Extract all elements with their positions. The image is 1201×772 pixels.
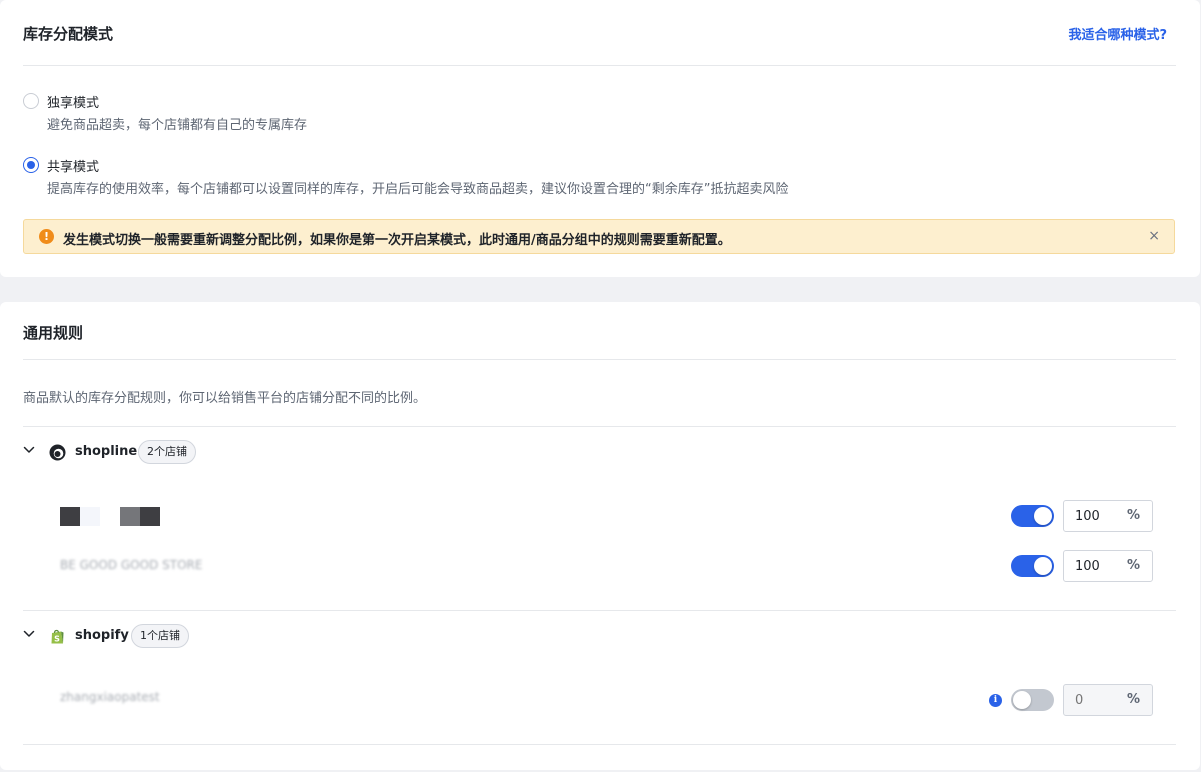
general-rules-card: 通用规则 商品默认的库存分配规则，你可以给销售平台的店铺分配不同的比例。 sho… bbox=[0, 302, 1200, 770]
percent-unit: % bbox=[1126, 692, 1140, 707]
general-rules-title: 通用规则 bbox=[23, 324, 84, 342]
platform-name: shopify bbox=[75, 628, 129, 643]
store-name: BE GOOD GOOD STORE bbox=[60, 558, 203, 572]
radio-exclusive-label: 独享模式 bbox=[47, 96, 100, 111]
allocation-percent-field[interactable]: % bbox=[1063, 550, 1153, 582]
allocation-mode-card: 库存分配模式 我适合哪种模式? 独享模式 避免商品超卖，每个店铺都有自己的专属库… bbox=[0, 0, 1200, 277]
radio-exclusive[interactable] bbox=[23, 93, 39, 109]
divider bbox=[23, 65, 1176, 66]
allocation-percent-input[interactable] bbox=[1064, 501, 1124, 531]
divider bbox=[23, 359, 1176, 360]
platform-name: shopline bbox=[75, 444, 138, 459]
allocation-mode-title: 库存分配模式 bbox=[23, 25, 114, 43]
store-enable-toggle[interactable] bbox=[1011, 689, 1054, 711]
chevron-down-icon[interactable] bbox=[23, 444, 35, 456]
divider bbox=[23, 610, 1176, 611]
store-enable-toggle[interactable] bbox=[1011, 505, 1054, 527]
percent-unit: % bbox=[1126, 558, 1140, 573]
percent-unit: % bbox=[1126, 508, 1140, 523]
allocation-percent-input[interactable] bbox=[1064, 551, 1124, 581]
radio-shared-description: 提高库存的使用效率，每个店铺都可以设置同样的库存，开启后可能会导致商品超卖，建议… bbox=[47, 182, 789, 197]
allocation-percent-input[interactable] bbox=[1064, 685, 1124, 715]
platform-group-shopline: shopline 2个店铺 bbox=[23, 440, 423, 464]
store-name: zhangxiaopatest bbox=[60, 690, 160, 704]
divider bbox=[23, 426, 1176, 427]
store-count-badge: 1个店铺 bbox=[131, 624, 189, 648]
which-mode-help-link[interactable]: 我适合哪种模式? bbox=[1068, 24, 1167, 43]
platform-group-shopify: S shopify 1个店铺 bbox=[23, 624, 423, 648]
svg-text:S: S bbox=[54, 635, 60, 644]
alert-text: 发生模式切换一般需要重新调整分配比例，如果你是第一次开启某模式，此时通用/商品分… bbox=[63, 233, 731, 248]
info-icon[interactable]: i bbox=[989, 694, 1002, 707]
radio-shared[interactable] bbox=[23, 157, 39, 173]
store-count-badge: 2个店铺 bbox=[138, 440, 196, 464]
warning-icon: ! bbox=[39, 229, 54, 244]
close-icon[interactable]: × bbox=[1148, 228, 1160, 244]
mode-switch-warning-alert: ! 发生模式切换一般需要重新调整分配比例，如果你是第一次开启某模式，此时通用/商… bbox=[23, 219, 1175, 254]
allocation-percent-field[interactable]: % bbox=[1063, 684, 1153, 716]
shopline-logo-icon bbox=[49, 444, 66, 461]
store-enable-toggle[interactable] bbox=[1011, 555, 1054, 577]
general-rules-description: 商品默认的库存分配规则，你可以给销售平台的店铺分配不同的比例。 bbox=[23, 391, 427, 406]
allocation-percent-field[interactable]: % bbox=[1063, 500, 1153, 532]
radio-exclusive-description: 避免商品超卖，每个店铺都有自己的专属库存 bbox=[47, 118, 308, 133]
divider bbox=[23, 744, 1176, 745]
shopify-logo-icon: S bbox=[51, 629, 64, 644]
chevron-down-icon[interactable] bbox=[23, 628, 35, 640]
radio-shared-label: 共享模式 bbox=[47, 160, 100, 175]
